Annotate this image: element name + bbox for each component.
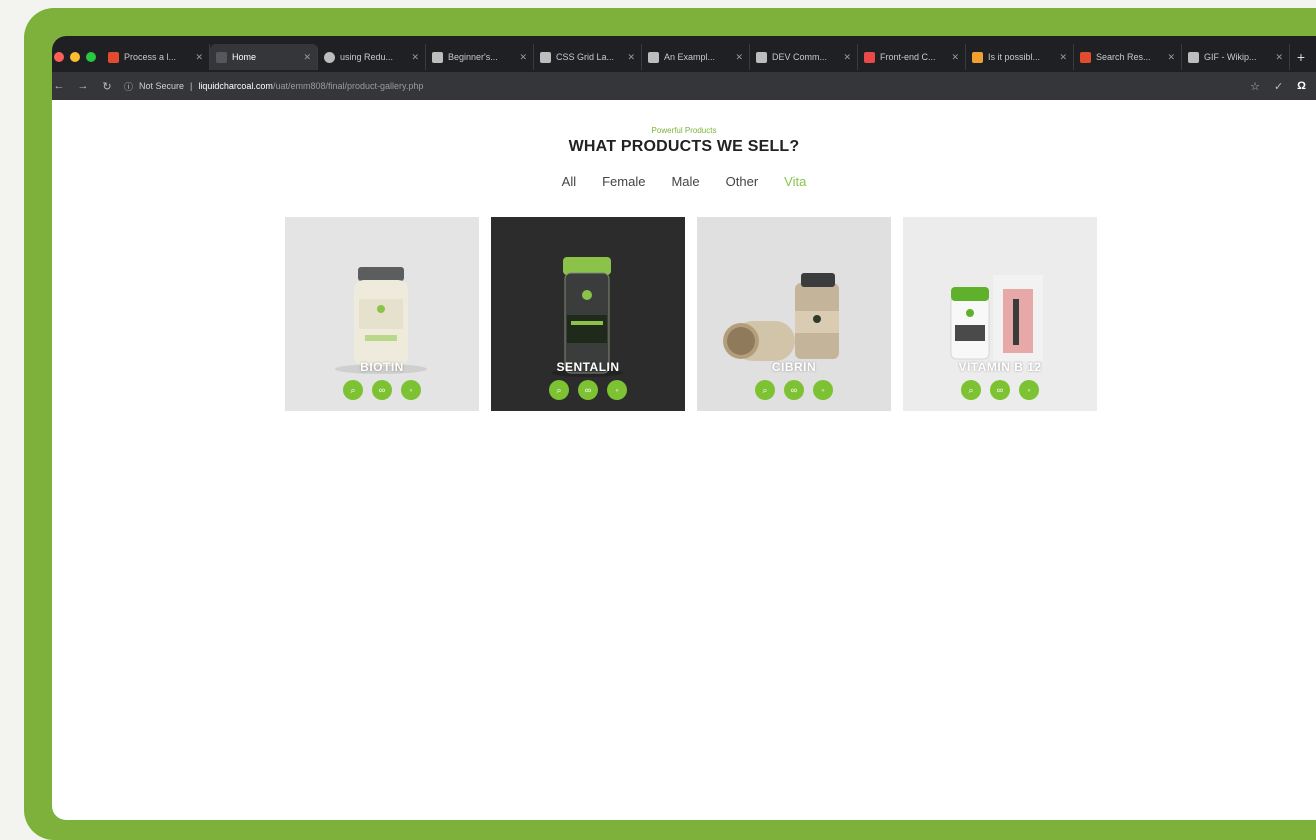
tab-title: An Exampl... bbox=[664, 52, 716, 62]
tab-favicon-icon bbox=[216, 51, 227, 63]
tab-favicon-icon bbox=[432, 51, 443, 63]
product-name: BIOTIN bbox=[360, 360, 404, 374]
browser-tab[interactable]: DEV Comm... ✕ bbox=[750, 44, 858, 70]
tabs: Process a l... ✕ Home ✕ using Redu... ✕ … bbox=[102, 44, 1312, 70]
browser-tab[interactable]: CSS Grid La... ✕ bbox=[534, 44, 642, 70]
tab-close-icon[interactable]: ✕ bbox=[195, 52, 203, 63]
tab-title: Process a l... bbox=[124, 52, 177, 62]
back-arrow-icon[interactable]: ← bbox=[52, 80, 66, 92]
tab-close-icon[interactable]: ✕ bbox=[1167, 52, 1175, 63]
url-field[interactable]: ⓘ Not Secure | liquidcharcoal.com/uat/em… bbox=[124, 80, 423, 93]
toolbar-right: ☆ ✓ Ω bbox=[1250, 80, 1316, 93]
cart-icon[interactable]: ◦ bbox=[1019, 380, 1039, 400]
forward-arrow-icon[interactable]: → bbox=[76, 80, 90, 92]
product-actions: ⌕ ∞ ◦ bbox=[491, 380, 685, 400]
product-gallery: BIOTIN ⌕ ∞ ◦ SENTALIN ⌕ ∞ ◦ CIBRIN ⌕ ∞ ◦… bbox=[285, 217, 1097, 411]
profile-icon[interactable]: Ω bbox=[1297, 80, 1306, 93]
tab-favicon-icon bbox=[648, 51, 659, 63]
product-actions: ⌕ ∞ ◦ bbox=[697, 380, 891, 400]
reload-icon[interactable]: ↻ bbox=[100, 80, 114, 93]
product-card-cibrin[interactable]: CIBRIN ⌕ ∞ ◦ bbox=[697, 217, 891, 411]
security-label: Not Secure bbox=[139, 81, 185, 91]
tab-close-icon[interactable]: ✕ bbox=[1275, 52, 1283, 63]
product-card-sentalin[interactable]: SENTALIN ⌕ ∞ ◦ bbox=[491, 217, 685, 411]
url-host: liquidcharcoal.com bbox=[198, 81, 273, 91]
filter-vita[interactable]: Vita bbox=[784, 174, 806, 189]
filter-all[interactable]: All bbox=[562, 174, 576, 189]
filter-female[interactable]: Female bbox=[602, 174, 645, 189]
tab-close-icon[interactable]: ✕ bbox=[519, 52, 527, 63]
tab-close-icon[interactable]: ✕ bbox=[1059, 52, 1067, 63]
product-actions: ⌕ ∞ ◦ bbox=[903, 380, 1097, 400]
tab-favicon-icon bbox=[1080, 51, 1091, 63]
product-name: SENTALIN bbox=[556, 360, 620, 374]
tab-title: Beginner's... bbox=[448, 52, 498, 62]
section-heading: WHAT PRODUCTS WE SELL? bbox=[568, 138, 800, 155]
browser-tab[interactable]: Is it possibl... ✕ bbox=[966, 44, 1074, 70]
tab-title: Is it possibl... bbox=[988, 52, 1041, 62]
search-icon[interactable]: ⌕ bbox=[961, 380, 981, 400]
tab-favicon-icon bbox=[324, 51, 335, 63]
browser-tab[interactable]: Process a l... ✕ bbox=[102, 44, 210, 70]
tab-favicon-icon bbox=[108, 51, 119, 63]
browser-tab-active[interactable]: Home ✕ bbox=[210, 44, 318, 70]
tab-close-icon[interactable]: ✕ bbox=[411, 52, 419, 63]
cart-icon[interactable]: ◦ bbox=[607, 380, 627, 400]
url-separator: | bbox=[190, 81, 193, 91]
tab-close-icon[interactable]: ✕ bbox=[627, 52, 635, 63]
tab-title: DEV Comm... bbox=[772, 52, 828, 62]
tab-title: CSS Grid La... bbox=[556, 52, 615, 62]
cart-icon[interactable]: ◦ bbox=[401, 380, 421, 400]
tab-favicon-icon bbox=[540, 51, 551, 63]
address-bar: ← → ↻ ⓘ Not Secure | liquidcharcoal.com/… bbox=[52, 72, 1316, 100]
link-icon[interactable]: ∞ bbox=[578, 380, 598, 400]
link-icon[interactable]: ∞ bbox=[990, 380, 1010, 400]
tab-title: Front-end C... bbox=[880, 52, 936, 62]
bookmark-star-icon[interactable]: ☆ bbox=[1250, 80, 1260, 93]
search-icon[interactable]: ⌕ bbox=[549, 380, 569, 400]
product-card-biotin[interactable]: BIOTIN ⌕ ∞ ◦ bbox=[285, 217, 479, 411]
tab-favicon-icon bbox=[756, 51, 767, 63]
product-name: VITAMIN B 12 bbox=[958, 360, 1042, 374]
cart-icon[interactable]: ◦ bbox=[813, 380, 833, 400]
product-filters: All Female Male Other Vita bbox=[52, 174, 1316, 189]
tab-favicon-icon bbox=[864, 51, 875, 63]
section-eyebrow: Powerful Products bbox=[651, 126, 717, 135]
close-window-button[interactable] bbox=[54, 52, 64, 62]
tab-close-icon[interactable]: ✕ bbox=[951, 52, 959, 63]
browser-tab[interactable]: using Redu... ✕ bbox=[318, 44, 426, 70]
link-icon[interactable]: ∞ bbox=[372, 380, 392, 400]
url-path: /uat/emm808/final/product-gallery.php bbox=[272, 81, 424, 91]
browser-window: Process a l... ✕ Home ✕ using Redu... ✕ … bbox=[52, 36, 1316, 820]
tab-title: GIF - Wikip... bbox=[1204, 52, 1257, 62]
tab-close-icon[interactable]: ✕ bbox=[303, 52, 311, 63]
tab-close-icon[interactable]: ✕ bbox=[843, 52, 851, 63]
product-name: CIBRIN bbox=[771, 360, 817, 374]
tab-title: using Redu... bbox=[340, 52, 394, 62]
search-icon[interactable]: ⌕ bbox=[343, 380, 363, 400]
filter-other[interactable]: Other bbox=[726, 174, 759, 189]
product-actions: ⌕ ∞ ◦ bbox=[285, 380, 479, 400]
tab-close-icon[interactable]: ✕ bbox=[735, 52, 743, 63]
product-card-vitamin-b12[interactable]: VITAMIN B 12 ⌕ ∞ ◦ bbox=[903, 217, 1097, 411]
browser-tab[interactable]: Search Res... ✕ bbox=[1074, 44, 1182, 70]
browser-tab[interactable]: Beginner's... ✕ bbox=[426, 44, 534, 70]
maximize-window-button[interactable] bbox=[86, 52, 96, 62]
page-content: Powerful Products WHAT PRODUCTS WE SELL?… bbox=[52, 100, 1316, 820]
info-icon[interactable]: ⓘ bbox=[124, 80, 133, 93]
extension-icon[interactable]: ✓ bbox=[1274, 80, 1283, 93]
browser-tab[interactable]: GIF - Wikip... ✕ bbox=[1182, 44, 1290, 70]
search-icon[interactable]: ⌕ bbox=[755, 380, 775, 400]
minimize-window-button[interactable] bbox=[70, 52, 80, 62]
new-tab-button[interactable]: + bbox=[1290, 44, 1312, 70]
browser-tab[interactable]: Front-end C... ✕ bbox=[858, 44, 966, 70]
filter-male[interactable]: Male bbox=[671, 174, 699, 189]
tab-title: Home bbox=[232, 52, 257, 62]
link-icon[interactable]: ∞ bbox=[784, 380, 804, 400]
browser-tab[interactable]: An Exampl... ✕ bbox=[642, 44, 750, 70]
tab-favicon-icon bbox=[1188, 51, 1199, 63]
tab-title: Search Res... bbox=[1096, 52, 1151, 62]
tab-favicon-icon bbox=[972, 51, 983, 63]
